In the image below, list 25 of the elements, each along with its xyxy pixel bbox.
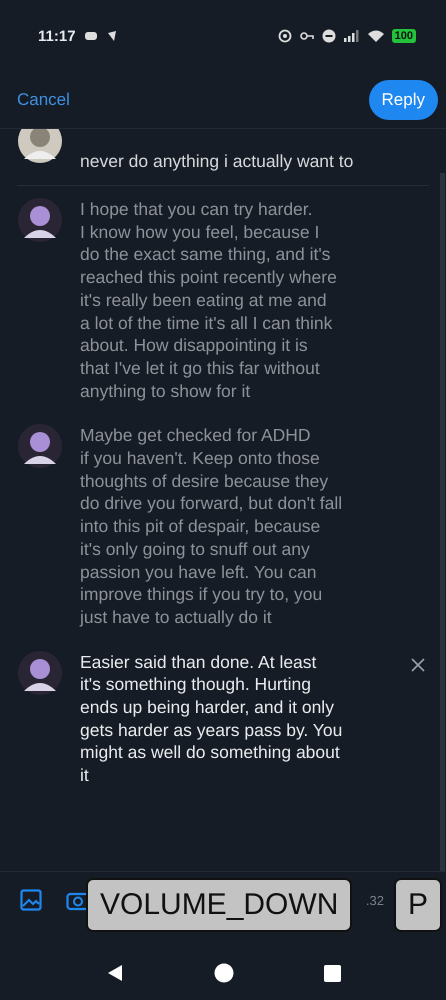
clock: 11:17 bbox=[38, 28, 76, 44]
home-icon[interactable] bbox=[214, 963, 234, 983]
key-icon bbox=[300, 31, 314, 41]
recent-apps-icon[interactable] bbox=[324, 964, 340, 982]
comment-text: never do anything i actually want to bbox=[80, 150, 354, 173]
comment-text: Maybe get checked for ADHD if you haven't. Keep onto those thoughts of desire because they do drive you forward, but don't fall into this pit of despair, because it's only going to snuff out any passion you have left. You can improve things if you try to, you just have to actually do it bbox=[80, 424, 342, 629]
image-icon[interactable] bbox=[20, 889, 42, 911]
avatar bbox=[18, 129, 62, 163]
back-icon[interactable] bbox=[106, 964, 124, 982]
reply-input-field[interactable]: Easier said than done. At least it's something though. Hurting ends up being harder, and it only gets harder as years pass by. You might as well do something about it bbox=[80, 650, 392, 791]
do-not-disturb-icon bbox=[322, 29, 336, 43]
key-press-overlay: P bbox=[394, 878, 442, 932]
avatar bbox=[18, 198, 62, 242]
reply-button[interactable]: Reply bbox=[368, 80, 438, 120]
wifi-icon bbox=[368, 30, 384, 42]
comment-text: I hope that you can try harder. I know how you feel, because I do the exact same thing, and it's reached this point recently where it's really been eating at me and a lot of the time it's all I can think about. How disappointing it is that I've let it go this far without anything to show for it bbox=[80, 198, 337, 402]
battery-indicator: 100 bbox=[392, 29, 416, 43]
cancel-button[interactable]: Cancel bbox=[17, 90, 70, 110]
avatar bbox=[18, 650, 62, 695]
character-count: .32 bbox=[366, 892, 384, 908]
close-icon[interactable] bbox=[410, 656, 426, 673]
signal-icon bbox=[344, 30, 360, 42]
avatar bbox=[18, 424, 62, 468]
sync-icon bbox=[278, 29, 292, 43]
key-press-overlay: VOLUME_DOWN bbox=[86, 878, 352, 932]
